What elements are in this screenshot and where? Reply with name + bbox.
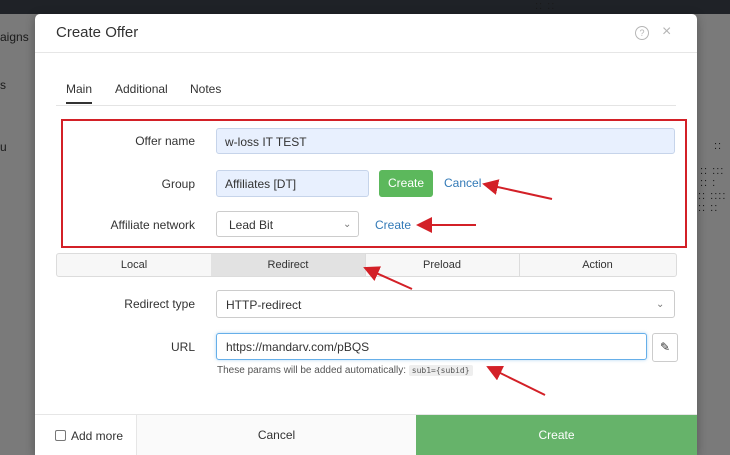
offer-name-input[interactable]: w-loss IT TEST [216,128,675,154]
segment-redirect[interactable]: Redirect [211,254,366,276]
create-button[interactable]: Create [416,415,697,455]
background-sidebar-text: s [0,78,6,92]
segment-action[interactable]: Action [519,254,676,276]
question-circle-icon[interactable]: ? [635,26,649,40]
cancel-group-link[interactable]: Cancel [444,176,481,190]
url-help-message: These params will be added automatically… [217,365,406,376]
edit-url-button[interactable]: ✎ [652,333,678,362]
tab-bar: Main Additional Notes [56,80,676,106]
affiliate-network-label: Affiliate network [110,218,196,232]
segment-local[interactable]: Local [57,254,212,276]
affiliate-network-select[interactable]: Lead Bit ⌄ [216,211,359,237]
url-label: URL [170,340,195,354]
create-group-button[interactable]: Create [379,170,433,197]
background-text: :: ::: :: : [700,165,725,189]
tab-main[interactable]: Main [66,82,93,104]
checkbox-icon[interactable] [55,430,66,441]
background-text: :: :: [535,0,556,12]
add-more-checkbox[interactable]: Add more [55,429,123,443]
url-help-text: These params will be added automatically… [217,365,473,376]
affiliate-network-value: Lead Bit [229,218,274,232]
tab-notes[interactable]: Notes [190,82,221,96]
group-label: Group [161,177,195,191]
group-input[interactable]: Affiliates [DT] [216,170,369,197]
background-text: :: [714,140,723,152]
redirect-type-select[interactable]: HTTP-redirect ⌄ [216,290,675,318]
redirect-type-label: Redirect type [124,297,195,311]
background-text: :: :::: :: :: [698,190,727,214]
add-more-label: Add more [71,429,124,443]
chevron-down-icon: ⌄ [343,219,352,230]
background-sidebar-text: u [0,140,7,154]
modal-header: Create Offer ? × [35,14,697,53]
redirect-type-value: HTTP-redirect [226,298,302,312]
offer-name-label: Offer name [135,134,195,148]
segment-preload[interactable]: Preload [365,254,520,276]
url-help-code: sub1={subid} [408,365,473,376]
chevron-down-icon: ⌄ [656,299,665,310]
tab-additional[interactable]: Additional [115,82,168,96]
modal-footer: Add more Cancel Create [35,414,697,455]
create-network-link[interactable]: Create [375,218,411,232]
url-input[interactable]: https://mandarv.com/pBQS [216,333,647,360]
background-sidebar-text: aigns [0,30,29,44]
background-topbar [0,0,730,14]
redirect-mode-segmented-control: Local Redirect Preload Action [56,253,677,277]
modal-title: Create Offer [56,24,139,41]
cancel-button[interactable]: Cancel [136,415,416,455]
create-offer-modal: Create Offer ? × Main Additional Notes O… [35,14,697,455]
edit-icon: ✎ [659,340,671,354]
close-icon[interactable]: × [662,23,671,41]
